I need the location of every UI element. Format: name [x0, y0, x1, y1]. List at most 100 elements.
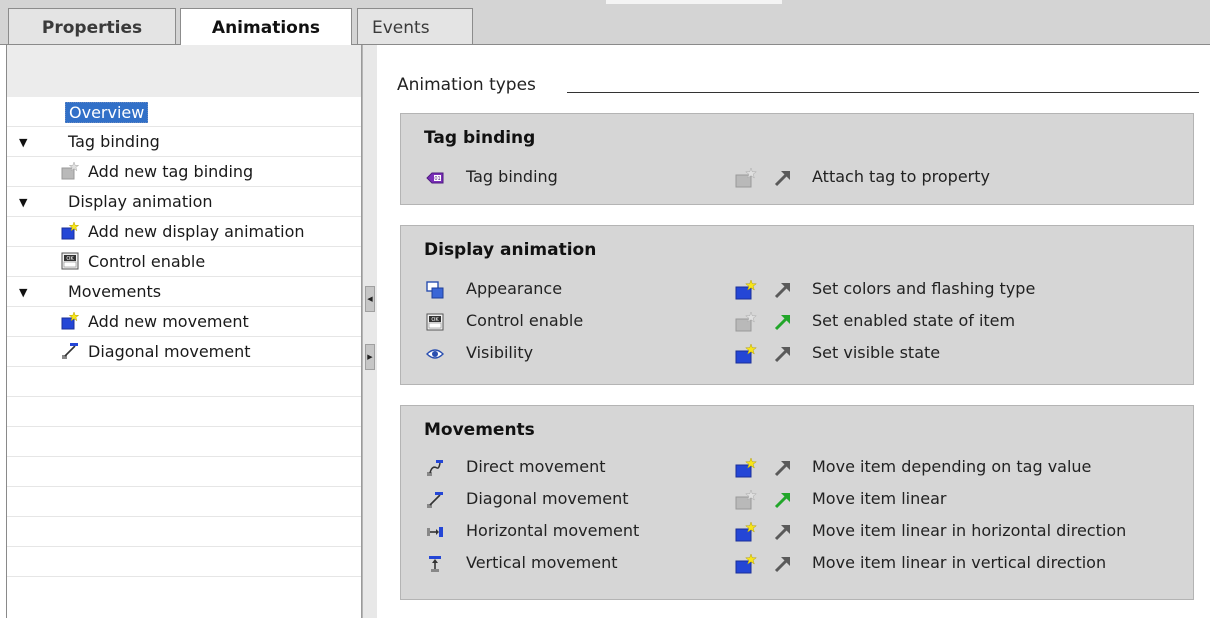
nav-item-overview[interactable]: Overview [7, 97, 361, 127]
group-title: Display animation [424, 240, 597, 260]
nav-item-add-new-tag-binding[interactable]: Add new tag binding [7, 157, 361, 187]
animation-description: Move item depending on tag value [812, 457, 1092, 476]
add-new-icon[interactable] [735, 522, 757, 542]
add-new-icon[interactable] [735, 554, 757, 574]
animation-name: Horizontal movement [466, 521, 640, 540]
svg-text:OK: OK [431, 317, 439, 323]
diagonal-movement-icon [427, 492, 443, 508]
add-new-disabled-icon[interactable] [735, 490, 757, 510]
group-display-animation: Display animation Appearance Set colors … [400, 225, 1194, 385]
animation-name: Visibility [466, 343, 534, 362]
animation-name: Tag binding [466, 167, 558, 186]
control-enable-icon: OK [61, 252, 79, 270]
add-new-icon [61, 222, 79, 240]
arrow-up-right-active-icon[interactable] [773, 490, 793, 510]
pane-splitter[interactable]: ◀ ▶ [362, 45, 378, 618]
animation-nav-tree: Overview ▼ Tag binding Add new tag bindi… [6, 45, 362, 618]
nav-item-label: Diagonal movement [88, 342, 251, 361]
animation-row-vertical-movement: Vertical movement Move item linear in ve… [401, 552, 1193, 576]
animation-description: Move item linear [812, 489, 947, 508]
section-title: Animation types [397, 75, 542, 95]
svg-text:01: 01 [434, 176, 440, 182]
group-title: Movements [424, 420, 535, 440]
direct-movement-icon [427, 460, 443, 476]
tag-icon: 01 [426, 172, 444, 184]
nav-header [7, 45, 361, 97]
animation-name: Appearance [466, 279, 563, 298]
tab-events[interactable]: Events [357, 8, 473, 44]
nav-item-label: Display animation [68, 192, 213, 211]
animation-row-control-enable: OK Control enable Set enabled state of i… [401, 310, 1193, 334]
add-new-disabled-icon [61, 162, 79, 180]
animation-row-direct-movement: Direct movement Move item depending on t… [401, 456, 1193, 480]
animation-row-tag-binding: 01 Tag binding Attach tag to property [401, 166, 1193, 190]
animation-description: Set enabled state of item [812, 311, 1016, 330]
nav-item-label: Add new display animation [88, 222, 305, 241]
arrow-up-right-active-icon[interactable] [773, 312, 793, 332]
arrow-up-right-icon[interactable] [773, 168, 793, 188]
animation-name: Diagonal movement [466, 489, 629, 508]
caret-down-icon[interactable]: ▼ [19, 196, 27, 209]
nav-item-add-new-display-animation[interactable]: Add new display animation [7, 217, 361, 247]
animation-row-horizontal-movement: Horizontal movement Move item linear in … [401, 520, 1193, 544]
collapse-left-icon[interactable]: ◀ [365, 286, 375, 312]
svg-text:OK: OK [66, 256, 74, 262]
nav-item-diagonal-movement[interactable]: Diagonal movement [7, 337, 361, 367]
arrow-up-right-icon[interactable] [773, 344, 793, 364]
caret-down-icon[interactable]: ▼ [19, 286, 27, 299]
nav-item-label: Add new tag binding [88, 162, 254, 181]
eye-icon [426, 349, 444, 359]
nav-item-control-enable[interactable]: OK Control enable [7, 247, 361, 277]
add-new-icon [61, 312, 79, 330]
nav-group-tag-binding[interactable]: ▼ Tag binding [7, 127, 361, 157]
tab-animations[interactable]: Animations [180, 8, 352, 45]
tab-properties[interactable]: Properties [8, 8, 176, 44]
animation-description: Set colors and flashing type [812, 279, 1036, 298]
animation-types-panel: Animation types Tag binding 01 Tag bindi… [377, 45, 1210, 618]
nav-group-movements[interactable]: ▼ Movements [7, 277, 361, 307]
animation-description: Move item linear in vertical direction [812, 553, 1107, 572]
arrow-up-right-icon[interactable] [773, 554, 793, 574]
add-new-icon[interactable] [735, 280, 757, 300]
nav-empty-row [7, 457, 361, 487]
nav-empty-row [7, 397, 361, 427]
add-new-disabled-icon[interactable] [735, 168, 757, 188]
nav-empty-row [7, 367, 361, 397]
group-title: Tag binding [424, 128, 536, 148]
add-new-disabled-icon[interactable] [735, 312, 757, 332]
diagonal-movement-icon [62, 343, 78, 359]
nav-item-add-new-movement[interactable]: Add new movement [7, 307, 361, 337]
arrow-up-right-icon[interactable] [773, 280, 793, 300]
animation-name: Control enable [466, 311, 584, 330]
nav-item-label: Add new movement [88, 312, 249, 331]
nav-item-label: Overview [65, 102, 149, 123]
nav-group-display-animation[interactable]: ▼ Display animation [7, 187, 361, 217]
animation-description: Move item linear in horizontal direction [812, 521, 1127, 540]
tab-strip: Properties Animations Events [0, 0, 1210, 45]
animation-name: Direct movement [466, 457, 606, 476]
nav-item-label: Control enable [88, 252, 206, 271]
section-header: Animation types [397, 75, 1199, 97]
vertical-movement-icon [429, 556, 441, 572]
add-new-icon[interactable] [735, 458, 757, 478]
control-enable-icon: OK [426, 313, 444, 331]
scroll-indicator [606, 0, 782, 4]
nav-empty-row [7, 487, 361, 517]
nav-item-label: Tag binding [68, 132, 160, 151]
group-tag-binding: Tag binding 01 Tag binding Attach tag to… [400, 113, 1194, 205]
arrow-up-right-icon[interactable] [773, 522, 793, 542]
nav-empty-row [7, 517, 361, 547]
horizontal-movement-icon [427, 527, 443, 537]
animation-description: Set visible state [812, 343, 941, 362]
animation-row-diagonal-movement: Diagonal movement Move item linear [401, 488, 1193, 512]
appearance-icon [426, 281, 444, 299]
caret-down-icon[interactable]: ▼ [19, 136, 27, 149]
expand-right-icon[interactable]: ▶ [365, 344, 375, 370]
arrow-up-right-icon[interactable] [773, 458, 793, 478]
section-divider [567, 92, 1199, 93]
add-new-icon[interactable] [735, 344, 757, 364]
group-movements: Movements Direct movement Move item depe… [400, 405, 1194, 600]
animation-row-appearance: Appearance Set colors and flashing type [401, 278, 1193, 302]
nav-empty-row [7, 547, 361, 577]
nav-item-label: Movements [68, 282, 162, 301]
